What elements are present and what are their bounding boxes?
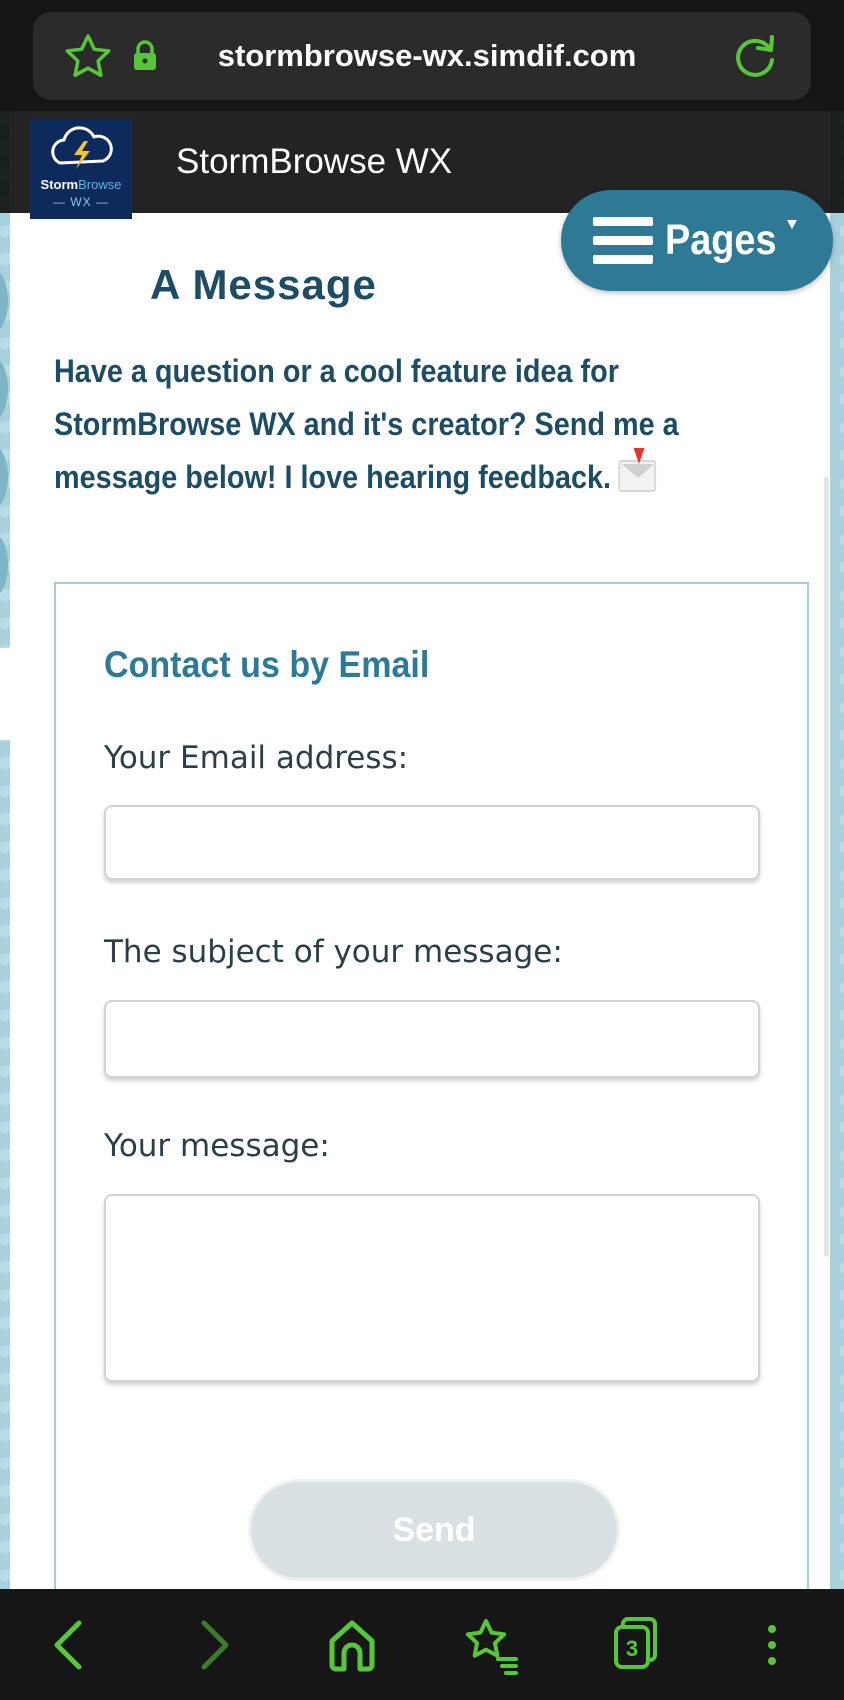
reload-icon[interactable] bbox=[731, 32, 779, 80]
hamburger-icon bbox=[593, 217, 653, 264]
email-label: Your Email address: bbox=[104, 740, 409, 776]
message-label: Your message: bbox=[104, 1128, 330, 1164]
subject-field[interactable] bbox=[104, 1000, 760, 1078]
browser-toolbar: stormbrowse-wx.simdif.com bbox=[0, 0, 844, 111]
pages-label: Pages bbox=[665, 216, 777, 264]
scrollbar[interactable] bbox=[824, 477, 829, 1257]
form-title: Contact us by Email bbox=[104, 644, 430, 685]
caret-down-icon bbox=[787, 220, 797, 229]
incoming-envelope-icon bbox=[618, 448, 657, 492]
page-content: A Message Have a question or a cool feat… bbox=[10, 111, 830, 1640]
tabs-icon[interactable]: 3 bbox=[590, 1603, 674, 1687]
back-icon[interactable] bbox=[27, 1603, 111, 1687]
background-decoration bbox=[0, 271, 8, 331]
background-decoration bbox=[0, 535, 8, 595]
site-title[interactable]: StormBrowse WX bbox=[176, 111, 452, 213]
bookmarks-icon[interactable] bbox=[450, 1603, 534, 1687]
lock-icon bbox=[132, 40, 158, 72]
subject-label: The subject of your message: bbox=[104, 934, 563, 970]
background-decoration bbox=[0, 447, 8, 507]
bottom-navigation-bar: 3 bbox=[0, 1589, 844, 1700]
pages-menu-button[interactable]: Pages bbox=[561, 190, 833, 291]
forward-icon[interactable] bbox=[172, 1603, 256, 1687]
send-button[interactable]: Send bbox=[248, 1479, 620, 1581]
logo-wordmark: StormBrowse bbox=[40, 177, 122, 192]
site-logo[interactable]: StormBrowse — WX — bbox=[30, 119, 132, 219]
intro-paragraph: Have a question or a cool feature idea f… bbox=[54, 345, 702, 504]
background-decoration bbox=[0, 359, 8, 419]
logo-subtext: — WX — bbox=[53, 195, 109, 209]
bookmark-star-icon[interactable] bbox=[64, 33, 112, 79]
email-field[interactable] bbox=[104, 805, 760, 880]
contact-form: Contact us by Email Your Email address: … bbox=[54, 582, 809, 1640]
menu-icon[interactable] bbox=[730, 1603, 814, 1687]
tab-count: 3 bbox=[626, 1636, 638, 1661]
page-heading: A Message bbox=[150, 261, 377, 308]
storm-cloud-icon bbox=[51, 126, 113, 169]
screen: A Message Have a question or a cool feat… bbox=[0, 0, 844, 1700]
message-field[interactable] bbox=[104, 1194, 760, 1382]
intro-text: Have a question or a cool feature idea f… bbox=[54, 353, 679, 495]
home-icon[interactable] bbox=[310, 1603, 394, 1687]
